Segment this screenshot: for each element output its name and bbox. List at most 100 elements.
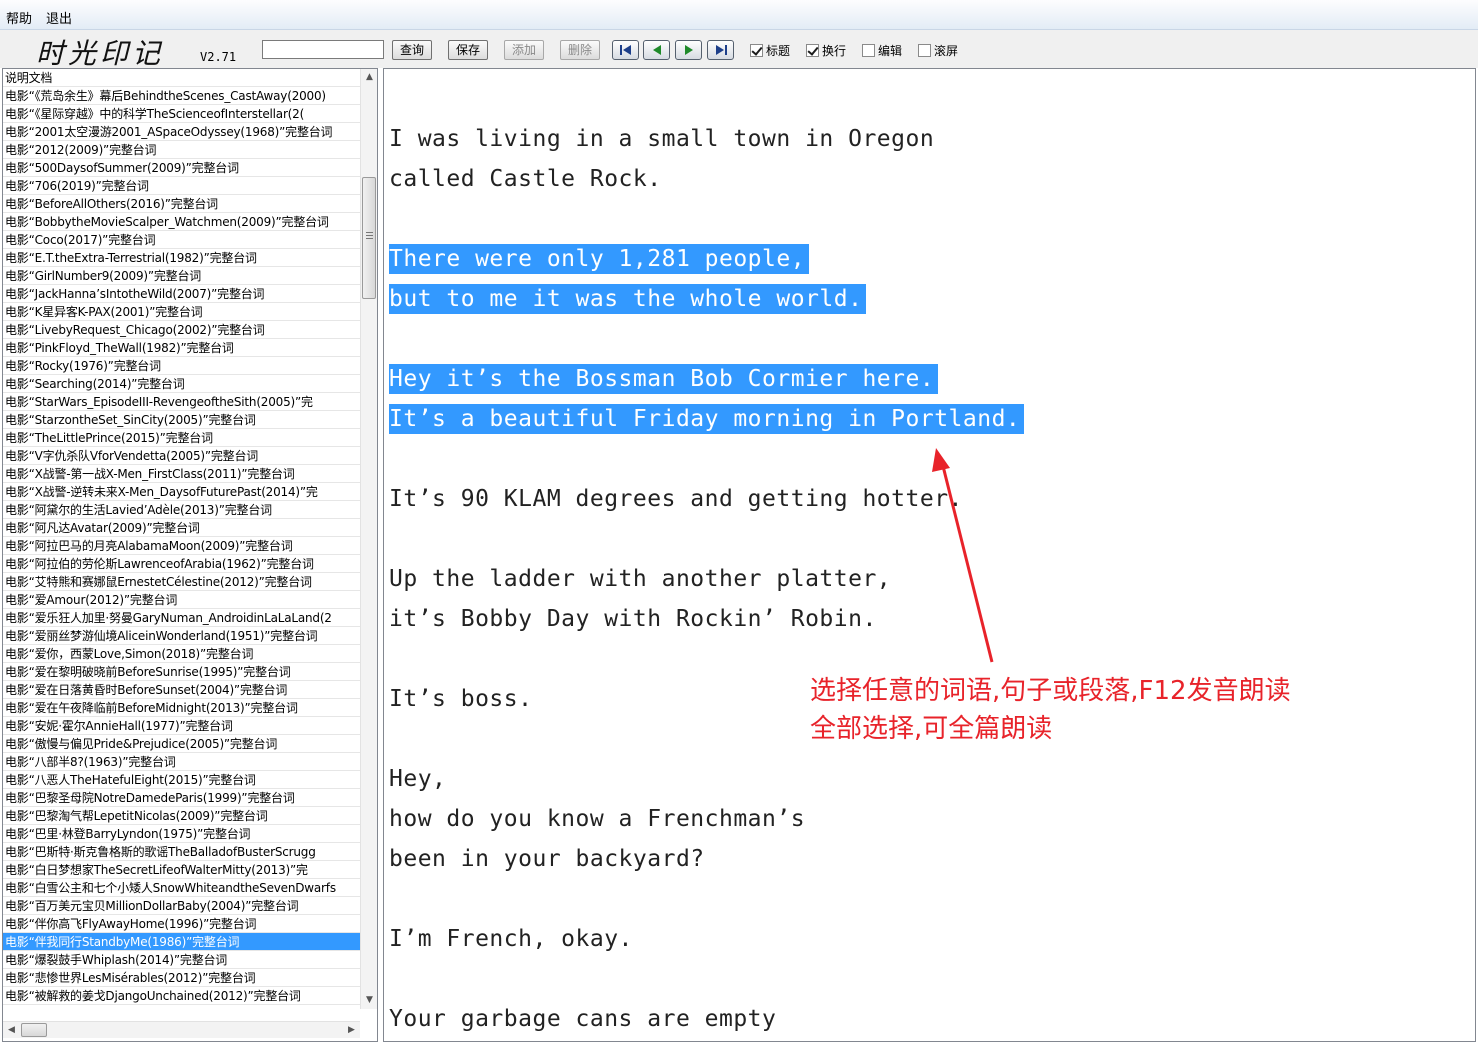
list-item[interactable]: 电影“JackHanna’sIntotheWild(2007)”完整台词 bbox=[3, 285, 360, 303]
text-line: it’s Bobby Day with Rockin’ Robin. bbox=[389, 606, 877, 632]
list-item[interactable]: 电影“爱Amour(2012)”完整台词 bbox=[3, 591, 360, 609]
list-item[interactable]: 电影“StarWars_EpisodeIII-RevengeoftheSith(… bbox=[3, 393, 360, 411]
scroll-checkbox-label: 滚屏 bbox=[934, 43, 959, 58]
text-line: called Castle Rock. bbox=[389, 166, 662, 192]
list-item[interactable]: 电影“巴斯特·斯克鲁格斯的歌谣TheBalladofBusterScrugg bbox=[3, 843, 360, 861]
list-item[interactable]: 电影“《荒岛余生》幕后BehindtheScenes_CastAway(2000… bbox=[3, 87, 360, 105]
list-item[interactable]: 电影“TheLittlePrince(2015)”完整台词 bbox=[3, 429, 360, 447]
menu-bar: 帮助 退出 bbox=[0, 0, 1478, 30]
query-button[interactable]: 查询 bbox=[392, 40, 432, 60]
list-item[interactable]: 电影“艾特熊和赛娜鼠ErnestetCélestine(2012)”完整台词 bbox=[3, 573, 360, 591]
list-item[interactable]: 电影“悲惨世界LesMisérables(2012)”完整台词 bbox=[3, 969, 360, 987]
list-item[interactable]: 电影“500DaysofSummer(2009)”完整台词 bbox=[3, 159, 360, 177]
list-item[interactable]: 电影“白日梦想家TheSecretLifeofWalterMitty(2013)… bbox=[3, 861, 360, 879]
list-item[interactable]: 电影“伴你高飞FlyAwayHome(1996)”完整台词 bbox=[3, 915, 360, 933]
text-line: Your garbage cans are empty bbox=[389, 1006, 777, 1032]
list-item[interactable]: 电影“爱在午夜降临前BeforeMidnight(2013)”完整台词 bbox=[3, 699, 360, 717]
list-item[interactable]: 电影“爆裂鼓手Whiplash(2014)”完整台词 bbox=[3, 951, 360, 969]
text-line: It’s 90 KLAM degrees and getting hotter. bbox=[389, 486, 963, 512]
list-item[interactable]: 电影“2012(2009)”完整台词 bbox=[3, 141, 360, 159]
list-item[interactable]: 电影“Coco(2017)”完整台词 bbox=[3, 231, 360, 249]
list-item[interactable]: 电影“爱你，西蒙Love,Simon(2018)”完整台词 bbox=[3, 645, 360, 663]
skip-last-icon bbox=[716, 45, 727, 55]
first-record-button[interactable] bbox=[612, 40, 639, 60]
title-checkbox[interactable]: 标题 bbox=[750, 42, 790, 58]
list-item[interactable]: 电影“爱在黎明破晓前BeforeSunrise(1995)”完整台词 bbox=[3, 663, 360, 681]
list-item[interactable]: 电影“Rocky(1976)”完整台词 bbox=[3, 357, 360, 375]
list-item[interactable]: 电影“巴黎圣母院NotreDamedeParis(1999)”完整台词 bbox=[3, 789, 360, 807]
list-item[interactable]: 电影“安妮·霍尔AnnieHall(1977)”完整台词 bbox=[3, 717, 360, 735]
edit-checkbox[interactable]: 编辑 bbox=[862, 42, 902, 58]
list-item[interactable]: 电影“阿拉巴马的月亮AlabamaMoon(2009)”完整台词 bbox=[3, 537, 360, 555]
search-input[interactable] bbox=[262, 40, 384, 59]
list-vertical-scrollbar[interactable]: ▲ ▼ bbox=[360, 69, 377, 1009]
checkbox-box bbox=[750, 43, 763, 57]
menu-help[interactable]: 帮助 bbox=[6, 8, 32, 27]
list-item[interactable]: 电影“百万美元宝贝MillionDollarBaby(2004)”完整台词 bbox=[3, 897, 360, 915]
list-item[interactable]: 电影“StarzontheSet_SinCity(2005)”完整台词 bbox=[3, 411, 360, 429]
list-item[interactable]: 电影“《星际穿越》中的科学TheScienceofInterstellar(2( bbox=[3, 105, 360, 123]
list-item[interactable]: 电影“Searching(2014)”完整台词 bbox=[3, 375, 360, 393]
list-item[interactable]: 电影“BeforeAllOthers(2016)”完整台词 bbox=[3, 195, 360, 213]
previous-record-button[interactable] bbox=[643, 40, 670, 60]
checkbox-box bbox=[918, 43, 931, 57]
annotation-line-2: 全部选择,可全篇朗读 bbox=[810, 714, 1053, 744]
list-item[interactable]: 电影“白雪公主和七个小矮人SnowWhiteandtheSevenDwarfs bbox=[3, 879, 360, 897]
wrap-checkbox[interactable]: 换行 bbox=[806, 42, 846, 58]
save-button[interactable]: 保存 bbox=[448, 40, 488, 60]
list-item[interactable]: 说明文档 bbox=[3, 69, 360, 87]
list-item[interactable]: 电影“爱在日落黄昏时BeforeSunset(2004)”完整台词 bbox=[3, 681, 360, 699]
selected-text-line: There were only 1,281 people, bbox=[389, 244, 810, 274]
list-item[interactable]: 电影“八部半8?(1963)”完整台词 bbox=[3, 753, 360, 771]
list-item[interactable]: 电影“爱丽丝梦游仙境AliceinWonderland(1951)”完整台词 bbox=[3, 627, 360, 645]
scroll-thumb[interactable] bbox=[362, 177, 376, 299]
next-record-button[interactable] bbox=[675, 40, 702, 60]
selected-text-line: Hey it’s the Bossman Bob Cormier here. bbox=[389, 364, 939, 394]
list-item[interactable]: 电影“阿凡达Avatar(2009)”完整台词 bbox=[3, 519, 360, 537]
scroll-right-icon[interactable]: ▶ bbox=[343, 1022, 360, 1039]
list-item[interactable]: 电影“E.T.theExtra-Terrestrial(1982)”完整台词 bbox=[3, 249, 360, 267]
text-line: It’s boss. bbox=[389, 686, 533, 712]
text-line: been in your backyard? bbox=[389, 846, 705, 872]
list-horizontal-scrollbar[interactable]: ◀ ▶ bbox=[3, 1021, 360, 1038]
list-item[interactable]: 电影“傲慢与偏见Pride&Prejudice(2005)”完整台词 bbox=[3, 735, 360, 753]
list-item[interactable]: 电影“巴黎淘气帮LepetitNicolas(2009)”完整台词 bbox=[3, 807, 360, 825]
selected-text-line: but to me it was the whole world. bbox=[389, 284, 867, 314]
scroll-checkbox[interactable]: 滚屏 bbox=[918, 42, 958, 58]
list-item[interactable]: 电影“LivebyRequest_Chicago(2002)”完整台词 bbox=[3, 321, 360, 339]
list-item[interactable]: 电影“2001太空漫游2001_ASpaceOdyssey(1968)”完整台词 bbox=[3, 123, 360, 141]
menu-exit[interactable]: 退出 bbox=[46, 8, 72, 27]
checkbox-box bbox=[862, 43, 875, 57]
document-list[interactable]: 说明文档 电影“《荒岛余生》幕后BehindtheScenes_CastAway(… bbox=[3, 69, 360, 1009]
list-item[interactable]: 电影“阿拉伯的劳伦斯LawrenceofArabia(1962)”完整台词 bbox=[3, 555, 360, 573]
scroll-down-icon[interactable]: ▼ bbox=[361, 992, 377, 1009]
list-item[interactable]: 电影“阿黛尔的生活Lavied’Adèle(2013)”完整台词 bbox=[3, 501, 360, 519]
list-item[interactable]: 电影“PinkFloyd_TheWall(1982)”完整台词 bbox=[3, 339, 360, 357]
list-item[interactable]: 电影“被解救的姜戈DjangoUnchained(2012)”完整台词 bbox=[3, 987, 360, 1005]
wrap-checkbox-label: 换行 bbox=[822, 43, 847, 58]
annotation-line-1: 选择任意的词语,句子或段落,F12发音朗读 bbox=[810, 676, 1291, 706]
arrow-right-icon bbox=[685, 45, 693, 55]
list-item[interactable]: 电影“V字仇杀队VforVendetta(2005)”完整台词 bbox=[3, 447, 360, 465]
last-record-button[interactable] bbox=[707, 40, 734, 60]
text-line: Hey, bbox=[389, 766, 447, 792]
list-item[interactable]: 电影“706(2019)”完整台词 bbox=[3, 177, 360, 195]
list-item[interactable]: 电影“八恶人TheHatefulEight(2015)”完整台词 bbox=[3, 771, 360, 789]
list-item[interactable]: 电影“GirlNumber9(2009)”完整台词 bbox=[3, 267, 360, 285]
add-button[interactable]: 添加 bbox=[504, 40, 544, 60]
skip-first-icon bbox=[620, 45, 631, 55]
list-item[interactable]: 电影“BobbytheMovieScalper_Watchmen(2009)”完… bbox=[3, 213, 360, 231]
list-item[interactable]: 电影“爱乐狂人加里·努曼GaryNuman_AndroidinLaLaLand(… bbox=[3, 609, 360, 627]
list-item[interactable]: 电影“伴我同行StandbyMe(1986)”完整台词 bbox=[3, 933, 360, 951]
list-item[interactable]: 电影“K星异客K-PAX(2001)”完整台词 bbox=[3, 303, 360, 321]
annotation-arrow-icon bbox=[932, 448, 994, 663]
list-item[interactable]: 电影“X战警-逆转未来X-Men_DaysofFuturePast(2014)”… bbox=[3, 483, 360, 501]
delete-button[interactable]: 删除 bbox=[560, 40, 600, 60]
toolbar: 时光印记 V2.71 查询 保存 添加 删除 标题 换行 编辑 滚屏 bbox=[0, 30, 1478, 70]
list-item[interactable]: 电影“X战警-第一战X-Men_FirstClass(2011)”完整台词 bbox=[3, 465, 360, 483]
document-list-panel: 说明文档 电影“《荒岛余生》幕后BehindtheScenes_CastAway(… bbox=[2, 68, 378, 1042]
list-item[interactable]: 电影“巴里·林登BarryLyndon(1975)”完整台词 bbox=[3, 825, 360, 843]
scroll-left-icon[interactable]: ◀ bbox=[3, 1022, 20, 1039]
scroll-up-icon[interactable]: ▲ bbox=[361, 69, 377, 86]
scroll-thumb-horizontal[interactable] bbox=[21, 1023, 47, 1037]
